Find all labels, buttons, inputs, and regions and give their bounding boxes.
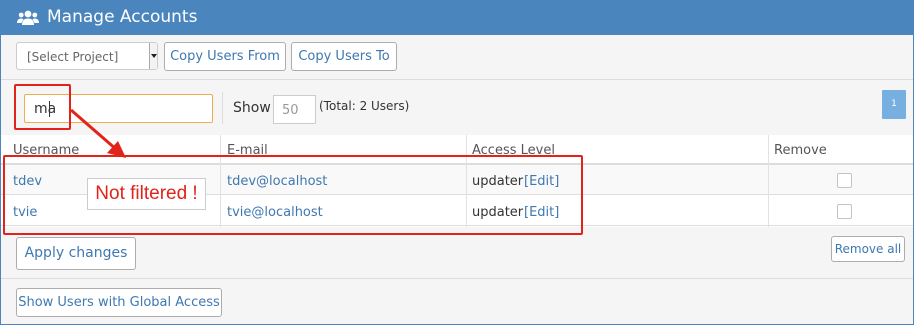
annotation-label: Not filtered ! <box>87 178 206 210</box>
panel-header: Manage Accounts <box>0 0 914 35</box>
show-label: Show <box>233 100 271 116</box>
column-header-remove: Remove <box>774 143 827 158</box>
show-global-access-button[interactable]: Show Users with Global Access <box>16 288 222 317</box>
project-select-value: [Select Project] <box>27 50 119 64</box>
filter-divider <box>222 92 223 124</box>
copy-users-to-button[interactable]: Copy Users To <box>291 42 397 71</box>
project-select[interactable]: [Select Project] <box>16 42 158 70</box>
remove-all-button[interactable]: Remove all <box>831 236 905 262</box>
total-users: (Total: 2 Users) <box>319 99 410 113</box>
page-size-placeholder: 50 <box>282 103 299 118</box>
users-icon <box>17 10 39 25</box>
page-size-input[interactable]: 50 <box>273 95 316 124</box>
apply-changes-button[interactable]: Apply changes <box>16 237 136 270</box>
remove-checkbox[interactable] <box>837 204 852 219</box>
chevron-down-icon[interactable] <box>149 43 157 69</box>
annotation-highlight-filter <box>14 84 71 130</box>
column-separator <box>768 135 769 227</box>
copy-users-from-button[interactable]: Copy Users From <box>164 42 286 71</box>
page-number-button[interactable]: 1 <box>882 90 906 119</box>
remove-checkbox[interactable] <box>837 173 852 188</box>
page-title: Manage Accounts <box>47 7 198 27</box>
